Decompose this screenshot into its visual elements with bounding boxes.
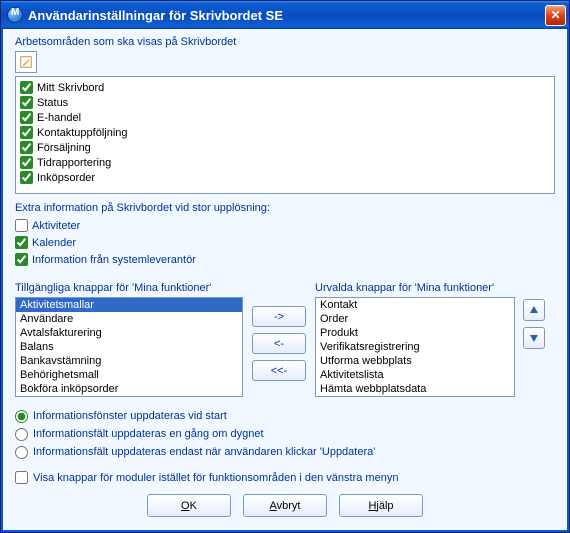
workspace-item[interactable]: Status bbox=[20, 95, 550, 110]
move-up-button[interactable] bbox=[523, 299, 545, 321]
workspace-checkbox[interactable] bbox=[20, 81, 33, 94]
workspace-label: Tidrapportering bbox=[37, 157, 111, 169]
workspace-label: Kontaktuppföljning bbox=[37, 127, 128, 139]
list-item[interactable]: Utforma webbplats bbox=[316, 354, 514, 368]
list-item[interactable]: Verifikatsregistrering bbox=[316, 340, 514, 354]
move-right-button[interactable]: -> bbox=[252, 306, 306, 327]
selected-listbox[interactable]: KontaktOrderProduktVerifikatsregistrerin… bbox=[315, 297, 515, 397]
help-button[interactable]: Hjälp bbox=[339, 494, 423, 517]
workspace-label: Status bbox=[37, 97, 68, 109]
available-listbox[interactable]: AktivitetsmallarAnvändareAvtalsfaktureri… bbox=[15, 297, 243, 397]
workspace-item[interactable]: Inköpsorder bbox=[20, 170, 550, 185]
selected-label: Urvalda knappar för 'Mina funktioner' bbox=[315, 282, 515, 294]
extra-checkbox[interactable] bbox=[15, 236, 28, 249]
workspace-label: Inköpsorder bbox=[37, 172, 95, 184]
workspace-checkbox[interactable] bbox=[20, 156, 33, 169]
extra-label: Aktiviteter bbox=[32, 220, 80, 232]
extra-label: Information från systemleverantör bbox=[32, 254, 196, 266]
move-down-button[interactable] bbox=[523, 327, 545, 349]
update-radio-group: Informationsfönster uppdateras vid start… bbox=[15, 407, 555, 461]
extra-item[interactable]: Information från systemleverantör bbox=[15, 251, 555, 268]
edit-button[interactable] bbox=[15, 51, 37, 73]
list-item[interactable]: Balans bbox=[16, 340, 242, 354]
radio-update-daily[interactable]: Informationsfält uppdateras en gång om d… bbox=[15, 425, 555, 443]
window-title: Användarinställningar för Skrivbordet SE bbox=[28, 8, 545, 23]
workspace-item[interactable]: Försäljning bbox=[20, 140, 550, 155]
workspace-item[interactable]: Mitt Skrivbord bbox=[20, 80, 550, 95]
extra-label: Extra information på Skrivbordet vid sto… bbox=[15, 202, 555, 214]
available-label: Tillgängliga knappar för 'Mina funktione… bbox=[15, 282, 243, 294]
module-checkbox-label: Visa knappar för moduler istället för fu… bbox=[33, 472, 398, 484]
workspace-checkbox[interactable] bbox=[20, 126, 33, 139]
extra-checkbox[interactable] bbox=[15, 253, 28, 266]
workspace-label: Mitt Skrivbord bbox=[37, 82, 104, 94]
edit-icon bbox=[19, 55, 33, 69]
extra-label: Kalender bbox=[32, 237, 76, 249]
list-item[interactable]: Bankavstämning bbox=[16, 354, 242, 368]
extra-checkbox[interactable] bbox=[15, 219, 28, 232]
titlebar: Användarinställningar för Skrivbordet SE… bbox=[1, 1, 569, 29]
extra-item[interactable]: Aktiviteter bbox=[15, 217, 555, 234]
radio-update-start[interactable]: Informationsfönster uppdateras vid start bbox=[15, 407, 555, 425]
list-item[interactable]: Hämta webbplatsdata bbox=[316, 382, 514, 396]
extra-checkboxes: Aktiviteter Kalender Information från syst… bbox=[15, 217, 555, 268]
workspaces-listbox[interactable]: Mitt Skrivbord Status E-handel Kontaktuppfö… bbox=[15, 76, 555, 194]
radio-label: Informationsfält uppdateras endast när a… bbox=[33, 446, 375, 458]
list-item[interactable]: Användare bbox=[16, 312, 242, 326]
ok-button[interactable]: OK bbox=[147, 494, 231, 517]
workspace-item[interactable]: E-handel bbox=[20, 110, 550, 125]
cancel-button[interactable]: Avbryt bbox=[243, 494, 327, 517]
workspace-checkbox[interactable] bbox=[20, 96, 33, 109]
workspace-item[interactable]: Tidrapportering bbox=[20, 155, 550, 170]
list-item[interactable]: Kontakt bbox=[316, 298, 514, 312]
workspace-checkbox[interactable] bbox=[20, 111, 33, 124]
radio-label: Informationsfönster uppdateras vid start bbox=[33, 410, 227, 422]
workspace-label: E-handel bbox=[37, 112, 81, 124]
radio-label: Informationsfält uppdateras en gång om d… bbox=[33, 428, 264, 440]
help-text: jälp bbox=[376, 500, 393, 512]
workspace-checkbox[interactable] bbox=[20, 141, 33, 154]
module-checkbox-row[interactable]: Visa knappar för moduler istället för fu… bbox=[15, 471, 555, 484]
app-icon bbox=[7, 7, 23, 23]
list-item[interactable]: Aktivitetsmallar bbox=[16, 298, 242, 312]
module-checkbox[interactable] bbox=[15, 471, 28, 484]
list-item[interactable]: Produkt bbox=[316, 326, 514, 340]
list-item[interactable]: Behörighetsmall bbox=[16, 368, 242, 382]
move-all-left-button[interactable]: <<- bbox=[252, 360, 306, 381]
extra-item[interactable]: Kalender bbox=[15, 234, 555, 251]
workspace-item[interactable]: Kontaktuppföljning bbox=[20, 125, 550, 140]
workspace-checkbox[interactable] bbox=[20, 171, 33, 184]
ok-text: K bbox=[190, 500, 197, 512]
triangle-up-icon bbox=[529, 305, 539, 315]
close-button[interactable]: ✕ bbox=[545, 5, 566, 26]
client-area: Arbetsområden som ska visas på Skrivbord… bbox=[1, 29, 569, 532]
cancel-text: vbryt bbox=[277, 500, 301, 512]
radio-update-manual[interactable]: Informationsfält uppdateras endast när a… bbox=[15, 443, 555, 461]
workspace-label: Försäljning bbox=[37, 142, 91, 154]
move-left-button[interactable]: <- bbox=[252, 333, 306, 354]
triangle-down-icon bbox=[529, 333, 539, 343]
list-item[interactable]: Bokföra inköpsorder bbox=[16, 382, 242, 396]
list-item[interactable]: Avtalsfakturering bbox=[16, 326, 242, 340]
workspaces-label: Arbetsområden som ska visas på Skrivbord… bbox=[15, 36, 555, 48]
dialog-buttons: OK Avbryt Hjälp bbox=[15, 494, 555, 517]
list-item[interactable]: Order bbox=[316, 312, 514, 326]
dialog-window: Användarinställningar för Skrivbordet SE… bbox=[0, 0, 570, 533]
list-item[interactable]: Aktivitetslista bbox=[316, 368, 514, 382]
